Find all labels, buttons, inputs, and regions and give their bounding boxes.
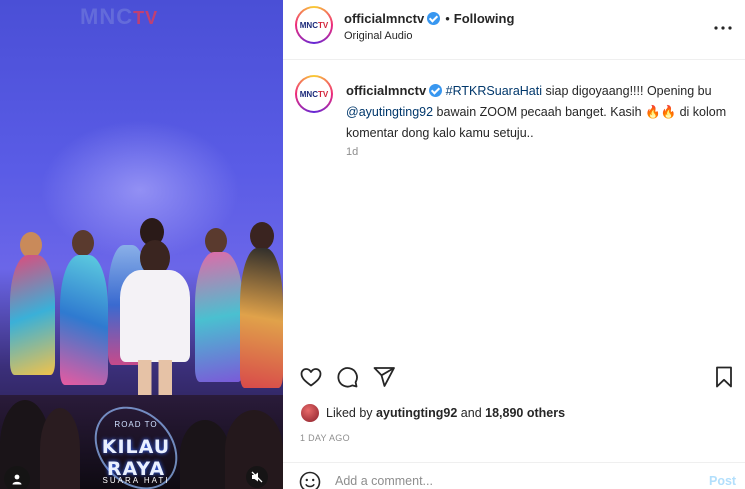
post-media-video[interactable]: MNCTV ROAD TO KILAU RAYA SUARA HATI <box>0 0 283 489</box>
avatar-logo: MNCTV <box>299 20 329 30</box>
verified-badge-icon <box>427 12 441 25</box>
mention-link[interactable]: @ayutingting92 <box>346 105 433 119</box>
following-button[interactable]: Following <box>454 11 515 26</box>
user-tag-button[interactable] <box>4 466 30 489</box>
like-button[interactable] <box>299 365 323 394</box>
avatar-image: MNCTV <box>297 77 331 111</box>
bookmark-icon <box>716 366 732 388</box>
likes-count-link[interactable]: 18,890 others <box>485 406 565 420</box>
likes-middle: and <box>460 406 482 420</box>
header-username-link[interactable]: officialmnctv <box>344 11 424 26</box>
event-logo-overlay: ROAD TO KILAU RAYA SUARA HATI <box>78 390 194 489</box>
post-caption: MNCTV officialmnctv #RTKRSuaraHati siap … <box>283 61 745 351</box>
post-details-panel: MNCTV officialmnctv • Following Original A… <box>283 0 745 489</box>
logo-bottom-text: SUARA HATI <box>102 476 170 485</box>
header-avatar[interactable]: MNCTV <box>295 6 333 44</box>
caption-body-1: siap digoyaang!!!! Opening bu <box>542 84 712 98</box>
likes-summary: Liked by ayutingting92 and 18,890 others <box>300 402 565 424</box>
comment-button[interactable] <box>335 365 359 394</box>
post-date[interactable]: 1 DAY AGO <box>300 433 350 443</box>
avatar-logo: MNCTV <box>299 89 329 99</box>
heart-icon <box>300 368 322 387</box>
watermark-main: MNC <box>80 4 134 29</box>
user-tag-icon <box>12 474 22 485</box>
liker-avatar[interactable] <box>300 403 320 423</box>
post-comment-button[interactable]: Post <box>709 474 736 488</box>
action-bar <box>283 362 745 392</box>
header-user-line: officialmnctv • Following <box>344 10 514 28</box>
post-header: MNCTV officialmnctv • Following Original A… <box>283 0 745 60</box>
likes-prefix: Liked by <box>326 406 373 420</box>
emoji-icon <box>299 471 321 489</box>
caption-timestamp: 1d <box>346 146 359 158</box>
avatar-image: MNCTV <box>297 8 331 42</box>
share-button[interactable] <box>372 365 396 394</box>
more-options-icon <box>714 26 732 30</box>
caption-username-link[interactable]: officialmnctv <box>346 83 426 98</box>
save-button[interactable] <box>713 365 735 394</box>
channel-watermark: MNCTV <box>80 4 158 30</box>
comment-icon <box>337 367 358 388</box>
watermark-tv: TV <box>133 8 159 28</box>
comment-bar: Post <box>283 462 745 489</box>
mute-icon <box>251 471 263 483</box>
caption-avatar[interactable]: MNCTV <box>295 75 333 113</box>
hashtag-link[interactable]: #RTKRSuaraHati <box>446 84 542 98</box>
verified-badge-icon <box>429 84 443 97</box>
separator-dot: • <box>445 11 450 26</box>
mute-button[interactable] <box>246 466 268 488</box>
share-icon <box>373 367 395 387</box>
audio-link[interactable]: Original Audio <box>344 30 413 42</box>
logo-top-text: ROAD TO <box>114 420 158 429</box>
comment-input[interactable] <box>335 472 675 489</box>
emoji-button[interactable] <box>299 471 321 489</box>
more-options-button[interactable] <box>711 18 735 38</box>
caption-text: officialmnctv #RTKRSuaraHati siap digoya… <box>346 80 736 144</box>
logo-main-text: KILAU RAYA <box>101 436 171 480</box>
liker-username-link[interactable]: ayutingting92 <box>376 406 457 420</box>
